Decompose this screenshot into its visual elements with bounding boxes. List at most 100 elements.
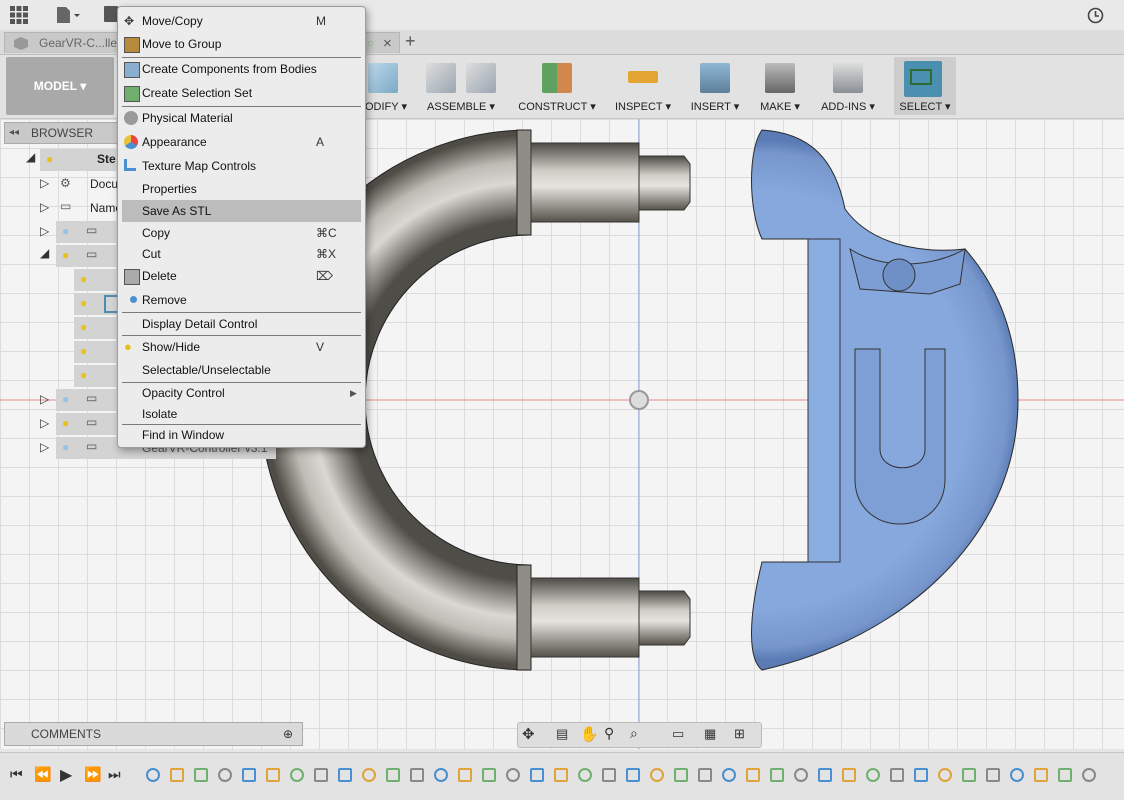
timeline-step-icon[interactable] (1082, 768, 1096, 782)
timeline-step-icon[interactable] (170, 768, 184, 782)
bulb-icon[interactable]: ● (62, 392, 69, 406)
insert-group[interactable]: INSERT ▾ (686, 57, 744, 115)
menu-item-show-hide[interactable]: ● Show/Hide V (122, 336, 361, 358)
add-ins-group[interactable]: ADD-INS ▾ (814, 57, 882, 115)
timeline-step-icon[interactable] (338, 768, 352, 782)
timeline-step-icon[interactable] (314, 768, 328, 782)
timeline-step-icon[interactable] (458, 768, 472, 782)
expand-triangle-icon[interactable]: ▷ (40, 176, 49, 190)
tree-row-origin[interactable]: ▷ ● ▭ (40, 221, 120, 243)
construct-group[interactable]: CONSTRUCT ▾ (512, 57, 602, 115)
bulb-icon[interactable]: ● (62, 224, 69, 238)
menu-item-selectable[interactable]: Selectable/Unselectable (122, 359, 361, 381)
menu-item-texture-map-controls[interactable]: Texture Map Controls (122, 155, 361, 177)
timeline-step-icon[interactable] (1058, 768, 1072, 782)
timeline-step-icon[interactable] (434, 768, 448, 782)
timeline-forward-icon[interactable]: ⏩ (84, 766, 101, 783)
comments-panel[interactable]: COMMENTS ⊕ (4, 722, 303, 746)
timeline-step-icon[interactable] (890, 768, 904, 782)
bulb-icon[interactable]: ● (62, 440, 69, 454)
timeline-step-icon[interactable] (410, 768, 424, 782)
zoom-icon[interactable]: ⚲ (604, 725, 614, 742)
menu-item-isolate[interactable]: Isolate (122, 403, 361, 425)
menu-item-find-in-window[interactable]: Find in Window (122, 424, 361, 446)
close-tab-button[interactable]: × (383, 33, 392, 54)
fit-icon[interactable]: ⌕ (630, 725, 638, 742)
tree-row-construction[interactable]: ▷ ● ▭ (40, 413, 120, 435)
menu-item-create-selection-set[interactable]: Create Selection Set (122, 82, 361, 104)
menu-item-create-components[interactable]: Create Components from Bodies (122, 58, 361, 80)
tree-row-body-2[interactable]: ● (74, 293, 120, 315)
timeline-back-icon[interactable]: ⏪ (34, 766, 51, 783)
file-menu-icon[interactable] (56, 6, 82, 24)
menu-item-copy[interactable]: Copy ⌘C (122, 222, 361, 244)
timeline-step-icon[interactable] (1034, 768, 1048, 782)
menu-item-physical-material[interactable]: Physical Material (122, 107, 361, 129)
timeline-step-icon[interactable] (626, 768, 640, 782)
timeline-step-icon[interactable] (602, 768, 616, 782)
timeline-step-icon[interactable] (866, 768, 880, 782)
expand-triangle-icon[interactable]: ▷ (40, 200, 49, 214)
clock-icon[interactable] (1087, 7, 1104, 24)
timeline-step-icon[interactable] (218, 768, 232, 782)
new-tab-button[interactable]: + (405, 31, 416, 52)
timeline-step-icon[interactable] (146, 768, 160, 782)
look-at-icon[interactable]: ▤ (556, 726, 568, 742)
timeline-step-icon[interactable] (770, 768, 784, 782)
timeline-step-icon[interactable] (650, 768, 664, 782)
tree-row-named-views[interactable]: ▷ ▭ Name (40, 197, 122, 219)
timeline-step-icon[interactable] (698, 768, 712, 782)
make-group[interactable]: MAKE ▾ (756, 57, 804, 115)
grid-settings-icon[interactable]: ▦ (704, 726, 716, 742)
timeline-step-icon[interactable] (386, 768, 400, 782)
assemble-group[interactable]: ASSEMBLE ▾ (422, 57, 500, 115)
expand-triangle-icon[interactable]: ▷ (40, 416, 49, 430)
timeline-step-icon[interactable] (986, 768, 1000, 782)
save-icon[interactable] (104, 6, 118, 22)
bulb-icon[interactable]: ● (62, 248, 69, 262)
add-comment-icon[interactable]: ⊕ (283, 723, 293, 745)
timeline-step-icon[interactable] (362, 768, 376, 782)
menu-item-move-copy[interactable]: ✥ Move/Copy M (122, 10, 361, 32)
viewports-icon[interactable]: ⊞ (734, 726, 745, 742)
timeline-step-icon[interactable] (1010, 768, 1024, 782)
tree-row-body-3[interactable]: ● (74, 317, 120, 339)
timeline-step-icon[interactable] (818, 768, 832, 782)
menu-item-delete[interactable]: Delete ⌦ (122, 265, 361, 287)
timeline-step-icon[interactable] (266, 768, 280, 782)
tree-row-body-5[interactable]: ● (74, 365, 120, 387)
expand-triangle-icon[interactable]: ▷ (40, 224, 49, 238)
menu-item-opacity-control[interactable]: Opacity Control ▶ (122, 382, 361, 404)
menu-item-remove[interactable]: Remove (122, 289, 361, 311)
timeline-step-icon[interactable] (722, 768, 736, 782)
tree-row-document-settings[interactable]: ▷ ⚙ Docu (40, 173, 120, 195)
select-group[interactable]: SELECT ▾ (894, 57, 956, 115)
timeline-step-icon[interactable] (914, 768, 928, 782)
timeline-start-icon[interactable]: ⏮ (10, 766, 23, 783)
collapse-triangle-icon[interactable]: ◢ (40, 246, 49, 260)
timeline-play-icon[interactable]: ▶ (60, 765, 72, 785)
collapse-browser-button[interactable]: ◂◂ (9, 123, 19, 143)
menu-item-save-as-stl[interactable]: Save As STL (122, 200, 361, 222)
timeline-steps[interactable] (146, 753, 1124, 793)
timeline-step-icon[interactable] (506, 768, 520, 782)
tree-row-body-4[interactable]: ● (74, 341, 120, 363)
app-grid-icon[interactable] (10, 6, 28, 24)
menu-item-cut[interactable]: Cut ⌘X (122, 243, 361, 265)
menu-item-appearance[interactable]: Appearance A (122, 131, 361, 153)
timeline-step-icon[interactable] (746, 768, 760, 782)
menu-item-properties[interactable]: Properties (122, 178, 361, 200)
collapse-triangle-icon[interactable]: ◢ (26, 150, 35, 164)
orbit-icon[interactable]: ✥ (522, 725, 535, 743)
timeline-step-icon[interactable] (482, 768, 496, 782)
tree-row-sketches[interactable]: ▷ ● ▭ (40, 389, 120, 411)
menu-item-move-to-group[interactable]: Move to Group (122, 33, 361, 55)
timeline-step-icon[interactable] (842, 768, 856, 782)
timeline-end-icon[interactable]: ⏭ (108, 766, 121, 783)
timeline-step-icon[interactable] (962, 768, 976, 782)
bulb-icon[interactable]: ● (62, 416, 69, 430)
bulb-icon[interactable]: ● (80, 320, 87, 334)
tree-row-body-1[interactable]: ● (74, 269, 120, 291)
bulb-icon[interactable]: ● (80, 296, 87, 310)
bulb-icon[interactable]: ● (80, 368, 87, 382)
